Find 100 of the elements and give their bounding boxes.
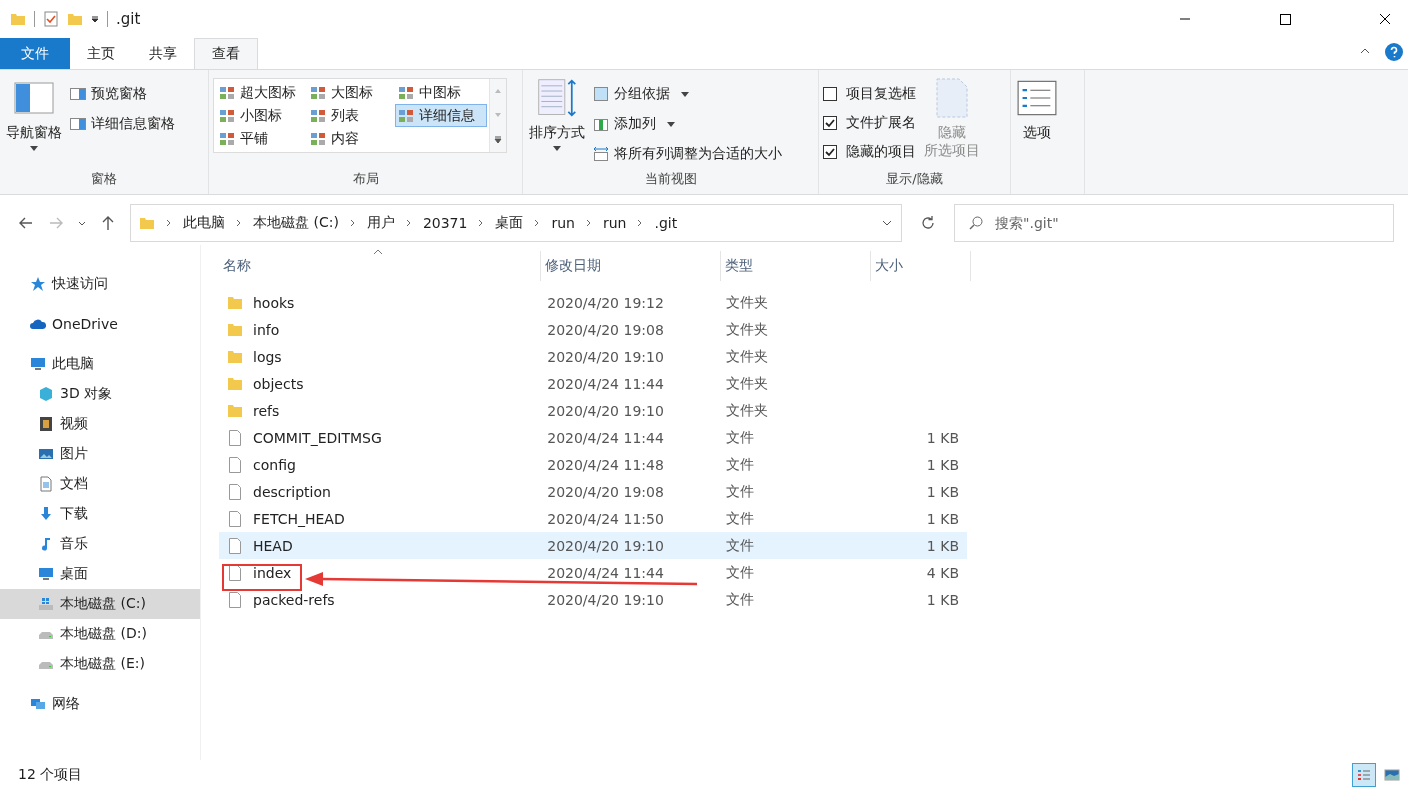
recent-dropdown-icon[interactable] bbox=[78, 219, 86, 227]
checkbox-option[interactable]: 隐藏的项目 bbox=[823, 140, 916, 163]
file-name: index bbox=[253, 564, 292, 581]
column-header[interactable]: 类型 bbox=[721, 251, 871, 281]
breadcrumb[interactable]: 用户 bbox=[366, 214, 395, 232]
checkbox-option[interactable]: 项目复选框 bbox=[823, 82, 916, 105]
checkbox-option[interactable]: 文件扩展名 bbox=[823, 111, 916, 134]
ribbon-tab[interactable]: 共享 bbox=[132, 38, 194, 69]
expand-gallery-icon[interactable] bbox=[494, 135, 502, 144]
address-bar[interactable]: 此电脑 本地磁盘 (C:) 用户 20371 桌面 run run .git bbox=[130, 204, 902, 242]
caret-icon bbox=[30, 146, 38, 151]
ribbon-tab[interactable]: 查看 bbox=[194, 38, 258, 69]
layout-option[interactable]: 中图标 bbox=[395, 81, 487, 104]
caret-icon bbox=[553, 146, 561, 151]
file-row[interactable]: FETCH_HEAD 2020/4/24 11:50 文件 1 KB bbox=[219, 505, 967, 532]
breadcrumb[interactable]: 此电脑 bbox=[183, 214, 225, 232]
file-row[interactable]: objects 2020/4/24 11:44 文件夹 bbox=[219, 370, 967, 397]
group-icon bbox=[593, 86, 609, 102]
layout-icon bbox=[310, 130, 326, 147]
search-field[interactable]: 搜索".git" bbox=[954, 204, 1394, 242]
layout-option[interactable]: 详细信息 bbox=[395, 104, 487, 127]
chevron-icon[interactable] bbox=[165, 219, 173, 227]
nav-item[interactable]: 本地磁盘 (E:) bbox=[0, 649, 200, 679]
file-size: 1 KB bbox=[926, 456, 959, 473]
sort-button[interactable]: 排序方式 bbox=[527, 74, 587, 155]
file-type: 文件 bbox=[725, 455, 756, 474]
layout-option[interactable]: 平铺 bbox=[216, 127, 307, 150]
file-row[interactable]: packed-refs 2020/4/20 19:10 文件 1 KB bbox=[219, 586, 967, 613]
breadcrumb[interactable]: 20371 bbox=[422, 215, 468, 231]
breadcrumb[interactable]: run bbox=[551, 215, 575, 231]
file-name: packed-refs bbox=[253, 591, 335, 608]
chevron-icon[interactable] bbox=[404, 219, 413, 227]
file-name: description bbox=[253, 483, 331, 500]
chevron-icon[interactable] bbox=[235, 219, 243, 227]
file-row[interactable]: refs 2020/4/20 19:10 文件夹 bbox=[219, 397, 967, 424]
nav-item[interactable]: 下载 bbox=[0, 499, 200, 529]
nav-item[interactable]: 文档 bbox=[0, 469, 200, 499]
monitor-icon bbox=[38, 566, 54, 582]
file-row[interactable]: index 2020/4/24 11:44 文件 4 KB bbox=[219, 559, 967, 586]
column-header[interactable]: 修改日期 bbox=[541, 251, 721, 281]
fit-columns-button[interactable]: 将所有列调整为合适的大小 bbox=[593, 142, 782, 166]
sort-caret-icon bbox=[373, 249, 383, 255]
file-row[interactable]: logs 2020/4/20 19:10 文件夹 bbox=[219, 343, 967, 370]
modified-date: 2020/4/20 19:08 bbox=[546, 321, 665, 338]
file-row[interactable]: description 2020/4/20 19:08 文件 1 KB bbox=[219, 478, 967, 505]
breadcrumb[interactable]: 本地磁盘 (C:) bbox=[253, 214, 339, 232]
options-button[interactable]: 选项 bbox=[1015, 74, 1059, 146]
ribbon-tab[interactable]: 文件 bbox=[0, 38, 70, 69]
properties-icon[interactable] bbox=[43, 11, 59, 27]
nav-item[interactable]: 快速访问 bbox=[0, 269, 200, 299]
file-row[interactable]: info 2020/4/20 19:08 文件夹 bbox=[219, 316, 967, 343]
details-view-button[interactable] bbox=[1352, 762, 1376, 787]
file-name: FETCH_HEAD bbox=[253, 510, 345, 527]
layout-icon bbox=[219, 84, 235, 101]
nav-item[interactable]: 网络 bbox=[0, 689, 200, 719]
layout-option[interactable]: 内容 bbox=[307, 127, 395, 150]
file-row[interactable]: config 2020/4/24 11:48 文件 1 KB bbox=[219, 451, 967, 478]
ribbon-tab[interactable]: 主页 bbox=[70, 38, 132, 69]
column-header[interactable]: 名称 bbox=[219, 251, 541, 281]
file-name: hooks bbox=[253, 294, 295, 311]
help-icon[interactable] bbox=[1385, 43, 1403, 61]
nav-item[interactable]: 图片 bbox=[0, 439, 200, 469]
checkbox[interactable] bbox=[823, 144, 837, 159]
layout-option[interactable]: 大图标 bbox=[307, 81, 395, 104]
layout-option[interactable]: 列表 bbox=[307, 104, 395, 127]
nav-item[interactable]: OneDrive bbox=[0, 309, 200, 339]
nav-item[interactable]: 此电脑 bbox=[0, 349, 200, 379]
checkbox[interactable] bbox=[823, 115, 837, 130]
back-arrow-icon[interactable] bbox=[18, 215, 34, 231]
add-column-button[interactable]: 添加列 bbox=[593, 112, 782, 136]
nav-item[interactable]: 桌面 bbox=[0, 559, 200, 589]
cube-icon bbox=[38, 386, 54, 402]
layout-option[interactable]: 超大图标 bbox=[216, 81, 307, 104]
nav-item[interactable]: 3D 对象 bbox=[0, 379, 200, 409]
nav-item[interactable]: 本地磁盘 (D:) bbox=[0, 619, 200, 649]
file-row[interactable]: hooks 2020/4/20 19:12 文件夹 bbox=[219, 289, 967, 316]
dropdown-icon[interactable] bbox=[91, 15, 99, 23]
breadcrumb[interactable]: 桌面 bbox=[495, 214, 524, 232]
file-icon bbox=[227, 564, 243, 581]
chevron-icon[interactable] bbox=[584, 219, 593, 227]
breadcrumb[interactable]: run bbox=[602, 215, 627, 231]
chevron-icon[interactable] bbox=[348, 219, 357, 227]
column-header[interactable]: 大小 bbox=[871, 251, 971, 281]
nav-item[interactable]: 音乐 bbox=[0, 529, 200, 559]
modified-date: 2020/4/20 19:10 bbox=[546, 591, 665, 608]
refresh-icon[interactable] bbox=[920, 215, 936, 231]
breadcrumb[interactable]: .git bbox=[654, 215, 678, 231]
checkbox[interactable] bbox=[823, 86, 837, 101]
window-title: .git bbox=[116, 10, 141, 28]
nav-item[interactable]: 视频 bbox=[0, 409, 200, 439]
pane-button[interactable]: 预览窗格 bbox=[70, 82, 175, 106]
file-row[interactable]: COMMIT_EDITMSG 2020/4/24 11:44 文件 1 KB bbox=[219, 424, 967, 451]
file-row[interactable]: HEAD 2020/4/20 19:10 文件 1 KB bbox=[219, 532, 967, 559]
navigation-pane-button[interactable]: 导航窗格 bbox=[4, 74, 64, 155]
up-arrow-icon[interactable] bbox=[100, 215, 116, 231]
nav-item[interactable]: 本地磁盘 (C:) bbox=[0, 589, 200, 619]
layout-option[interactable]: 小图标 bbox=[216, 104, 307, 127]
pane-button[interactable]: 详细信息窗格 bbox=[70, 112, 175, 136]
group-by-button[interactable]: 分组依据 bbox=[593, 82, 782, 106]
file-name: info bbox=[253, 321, 280, 338]
